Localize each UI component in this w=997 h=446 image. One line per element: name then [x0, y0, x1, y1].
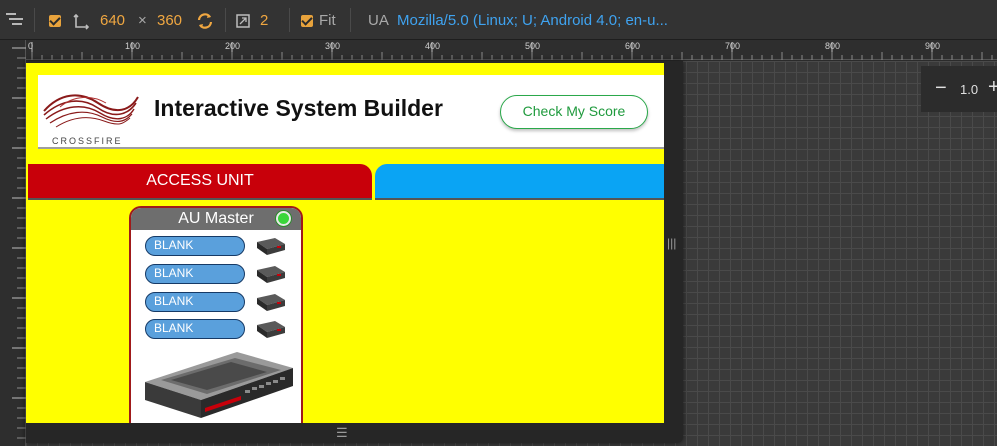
device-frame: CROSSFIRE Interactive System Builder Che… [26, 61, 683, 443]
ruler-label: 400 [425, 41, 441, 51]
sfp-module-icon [257, 238, 285, 255]
zoom-out-button[interactable]: − [935, 77, 947, 100]
resize-handle-right[interactable]: ||| [667, 236, 676, 250]
screen-icon [236, 14, 250, 28]
app-viewport: CROSSFIRE Interactive System Builder Che… [26, 63, 664, 423]
toolbar-divider [225, 8, 226, 32]
slot-button-4[interactable]: BLANK [145, 319, 245, 339]
fit-label: Fit [319, 12, 336, 29]
ruler-label: 700 [725, 41, 741, 51]
sfp-module-icon [257, 294, 285, 311]
ruler-label: 500 [525, 41, 541, 51]
sfp-module-icon [257, 321, 285, 338]
rotate-icon[interactable] [196, 12, 214, 30]
horizontal-ruler: 0 100 200 300 400 500 600 700 800 900 [26, 40, 997, 60]
resize-handle-bottom[interactable]: ☰ [336, 425, 348, 441]
tab-access-unit[interactable]: ACCESS UNIT [28, 164, 372, 200]
chassis-image [145, 352, 293, 418]
logo-waves-icon [43, 94, 139, 128]
ua-label: UA [368, 12, 389, 29]
ruler-label: 600 [625, 41, 641, 51]
ruler-label: 200 [225, 41, 241, 51]
responsive-checkbox[interactable] [49, 15, 61, 27]
zoom-level: 1.0 [960, 82, 979, 97]
slot-button-2[interactable]: BLANK [145, 264, 245, 284]
status-led-icon [276, 211, 291, 226]
zoom-in-button[interactable]: + [988, 76, 997, 99]
vertical-ruler [0, 40, 26, 446]
toolbar-divider [289, 8, 290, 32]
app-header: CROSSFIRE Interactive System Builder Che… [38, 75, 664, 149]
sfp-module-icon [257, 266, 285, 283]
dpr-value[interactable]: 2 [260, 13, 268, 29]
ruler-label: 0 [28, 41, 34, 51]
crossfire-logo: CROSSFIRE [40, 81, 140, 146]
zoom-control: − 1.0 + [921, 66, 997, 112]
logo-text: CROSSFIRE [52, 136, 123, 146]
page-title: Interactive System Builder [154, 95, 443, 121]
width-value[interactable]: 640 [100, 13, 125, 29]
ruler-label: 300 [325, 41, 341, 51]
resize-icon [73, 14, 89, 30]
tab-secondary[interactable] [375, 164, 664, 200]
height-value[interactable]: 360 [157, 13, 182, 29]
ruler-label: 900 [925, 41, 941, 51]
au-master-card: AU Master BLANK BLANK BLANK BLANK [129, 206, 303, 423]
fit-checkbox[interactable] [301, 15, 313, 27]
ruler-label: 100 [125, 41, 141, 51]
toolbar-divider [350, 8, 351, 32]
ruler-label: 800 [825, 41, 841, 51]
device-toolbar: 640 × 360 2 Fit UA Mozilla/5.0 (Linux; U… [0, 0, 997, 40]
toolbar-divider [34, 8, 35, 32]
user-agent-value[interactable]: Mozilla/5.0 (Linux; U; Android 4.0; en-u… [397, 13, 668, 29]
check-my-score-button[interactable]: Check My Score [500, 95, 648, 129]
slot-button-1[interactable]: BLANK [145, 236, 245, 256]
slot-button-3[interactable]: BLANK [145, 292, 245, 312]
menu-icon[interactable] [0, 0, 34, 40]
dimension-separator: × [138, 12, 147, 29]
